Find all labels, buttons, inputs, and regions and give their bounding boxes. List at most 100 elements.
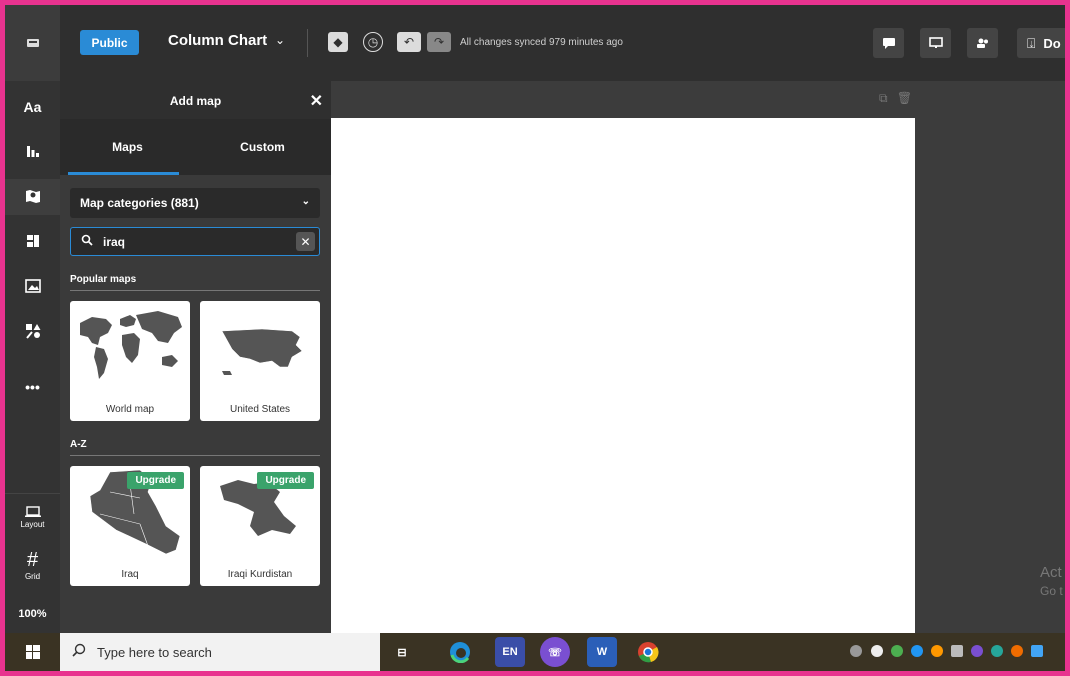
map-card-label: Iraqi Kurdistan [227, 569, 293, 580]
rail-maps-tool[interactable] [5, 179, 60, 215]
tab-maps[interactable]: Maps [60, 119, 195, 175]
tray-network-icon[interactable] [1031, 645, 1043, 657]
layout-toggle[interactable]: Layout [5, 493, 60, 541]
divider [307, 29, 308, 57]
trash-icon[interactable]: 🗑 [897, 91, 912, 105]
app-window: Public Column Chart ⌄ ◆ ◷ ↶ ↷ All change… [5, 5, 1065, 671]
close-icon[interactable]: ✕ [310, 91, 323, 111]
united-states-map-thumbnail [221, 328, 303, 375]
chevron-down-icon[interactable]: ⌄ [275, 33, 285, 47]
divider [70, 290, 320, 291]
download-icon: ⍗ [1027, 34, 1036, 51]
activation-watermark-line1: Act [1040, 564, 1062, 581]
tray-bluetooth-icon[interactable] [911, 645, 923, 657]
text-icon: Aa [23, 99, 42, 115]
add-map-panel: Add map ✕ Maps Custom Map categories (88… [60, 81, 331, 633]
home-icon[interactable] [5, 5, 60, 81]
document-title[interactable]: Column Chart [168, 32, 267, 49]
tray-sync-icon[interactable] [991, 645, 1003, 657]
laptop-icon [24, 506, 41, 517]
panel-header: Add map ✕ [60, 81, 331, 119]
taskbar-search-placeholder: Type here to search [97, 645, 212, 660]
windows-start-icon[interactable] [5, 633, 60, 671]
divider [70, 455, 320, 456]
rail-charts-tool[interactable] [5, 134, 60, 170]
edge-icon[interactable] [445, 637, 475, 667]
bar-chart-icon [26, 144, 40, 161]
rail-layout-blocks-tool[interactable] [5, 224, 60, 260]
design-canvas[interactable] [331, 118, 915, 633]
clear-search-icon[interactable]: ✕ [296, 232, 315, 251]
copy-icon[interactable]: ⧉ [879, 91, 888, 105]
upgrade-badge[interactable]: Upgrade [257, 472, 314, 489]
grid-toggle[interactable]: # Grid [5, 543, 60, 587]
tray-s-icon[interactable] [850, 645, 862, 657]
tag-icon[interactable]: ◆ [328, 32, 348, 52]
layout-blocks-icon [26, 234, 40, 251]
present-icon[interactable] [920, 28, 951, 58]
search-icon [72, 643, 86, 660]
map-card-world[interactable]: World map [70, 301, 190, 421]
search-icon [81, 234, 93, 249]
rail-shapes-tool[interactable] [5, 314, 60, 350]
download-label: Do [1043, 35, 1061, 51]
tray-app-icon[interactable] [931, 645, 943, 657]
map-card-iraqi-kurdistan[interactable]: Upgrade Iraqi Kurdistan [200, 466, 320, 586]
rail-text-tool[interactable]: Aa [5, 89, 60, 125]
map-search-input[interactable] [103, 233, 283, 251]
left-tool-rail: Aa ••• Layout # Grid 100% [5, 81, 60, 633]
panel-tabs: Maps Custom [60, 119, 331, 175]
canvas-tools: ⧉ 🗑 [879, 91, 912, 106]
more-icon: ••• [25, 379, 40, 395]
history-icon[interactable]: ◷ [363, 32, 383, 52]
map-card-united-states[interactable]: United States [200, 301, 320, 421]
windows-taskbar: Type here to search ⊟ EN ☏ W [5, 633, 1065, 671]
public-button[interactable]: Public [80, 30, 139, 55]
tab-custom[interactable]: Custom [195, 119, 330, 175]
sync-status: All changes synced 979 minutes ago [460, 37, 623, 48]
map-card-label: World map [105, 404, 155, 415]
map-categories-dropdown[interactable]: Map categories (881) ⌄ [70, 188, 320, 218]
map-card-label: United States [229, 404, 291, 415]
top-bar: Public Column Chart ⌄ ◆ ◷ ↶ ↷ All change… [5, 5, 1065, 81]
comment-icon[interactable] [873, 28, 904, 58]
share-users-icon[interactable] [967, 28, 998, 58]
tray-viber-icon[interactable] [971, 645, 983, 657]
download-button[interactable]: ⍗ Do [1017, 28, 1065, 58]
map-search-box: ✕ [70, 227, 320, 256]
language-label: EN [502, 646, 518, 658]
chrome-icon[interactable] [633, 637, 663, 667]
rail-more-tool[interactable]: ••• [5, 369, 60, 405]
redo-icon[interactable]: ↷ [427, 32, 451, 52]
keyboard-language-indicator[interactable]: EN [495, 637, 525, 667]
shapes-icon [25, 323, 41, 342]
map-categories-label: Map categories (881) [80, 196, 199, 210]
zoom-level[interactable]: 100% [5, 595, 60, 633]
active-tab-indicator [68, 172, 179, 175]
tray-shield-icon[interactable] [891, 645, 903, 657]
grid-icon: # [26, 548, 39, 571]
word-icon[interactable]: W [587, 637, 617, 667]
rail-images-tool[interactable] [5, 269, 60, 305]
map-card-label: Iraq [121, 569, 139, 580]
chevron-down-icon: ⌄ [301, 196, 310, 207]
grid-label: Grid [24, 571, 41, 581]
popular-maps-heading: Popular maps [70, 274, 137, 285]
upgrade-badge[interactable]: Upgrade [127, 472, 184, 489]
undo-icon[interactable]: ↶ [397, 32, 421, 52]
tray-monitor-icon[interactable] [951, 645, 963, 657]
map-pin-icon [25, 188, 41, 207]
map-card-iraq[interactable]: Upgrade Iraq [70, 466, 190, 586]
image-icon [24, 278, 41, 296]
panel-title: Add map [169, 94, 222, 108]
world-map-thumbnail [80, 311, 182, 379]
layout-label: Layout [20, 520, 45, 529]
task-view-icon[interactable]: ⊟ [387, 637, 417, 667]
tray-flame-icon[interactable] [1011, 645, 1023, 657]
a-z-heading: A-Z [70, 439, 87, 450]
taskbar-search[interactable]: Type here to search [60, 633, 380, 671]
tray-cloud-icon[interactable] [871, 645, 883, 657]
viber-icon[interactable]: ☏ [540, 637, 570, 667]
activation-watermark-line2: Go t [1040, 584, 1063, 598]
canvas-area: ⧉ 🗑 Act Go t [331, 81, 1065, 633]
